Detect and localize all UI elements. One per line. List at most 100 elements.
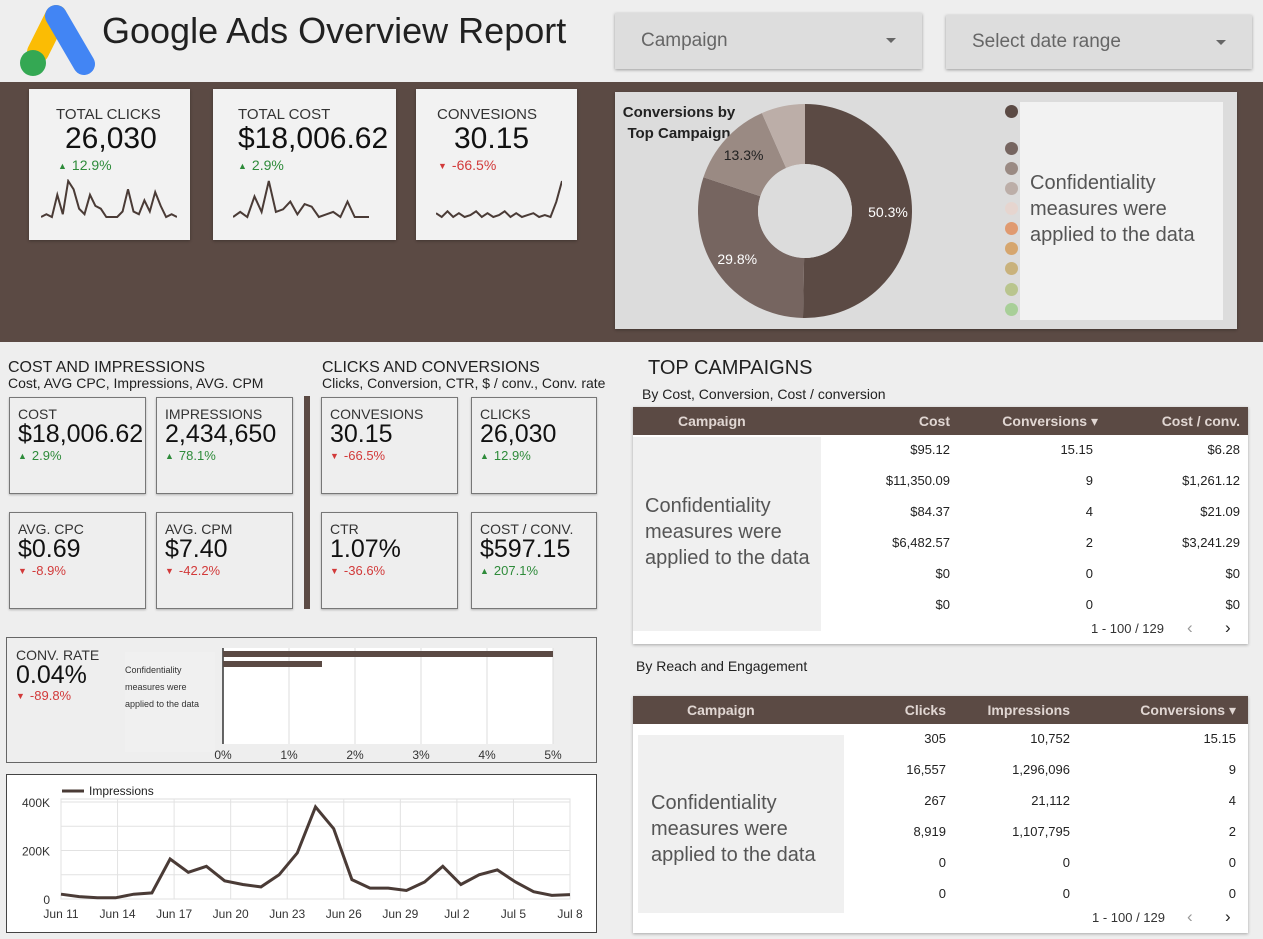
metric-value: $0.69	[18, 535, 81, 563]
campaign-dropdown[interactable]: Campaign	[615, 13, 922, 69]
bar[interactable]	[223, 661, 322, 667]
col-clicks[interactable]: Clicks	[905, 702, 946, 718]
metric-value: 1.07%	[330, 535, 401, 563]
donut-chart: 50.3% 29.8% 13.3%	[698, 104, 912, 318]
table-cell: $95.12	[910, 442, 950, 457]
metric-clicks: CLICKS 26,030 12.9%	[471, 397, 597, 494]
confidential-note: Confidentiality measures were applied to…	[638, 735, 844, 913]
legend-dot[interactable]	[1005, 303, 1018, 316]
metric-value: $18,006.62	[18, 420, 144, 448]
metric-cost-per-conv: COST / CONV. $597.15 207.1%	[471, 512, 597, 609]
metric-avg-cpm: AVG. CPM $7.40 -42.2%	[156, 512, 293, 609]
pagination-label: 1 - 100 / 129	[1091, 621, 1164, 636]
next-page-icon[interactable]: ›	[1225, 618, 1231, 638]
table-cell: $84.37	[910, 504, 950, 519]
metric-delta: 12.9%	[480, 448, 531, 463]
table-cell: 1,107,795	[1012, 824, 1070, 839]
table-cell: 2	[1228, 824, 1236, 839]
x-tick-label: Jun 20	[213, 907, 249, 921]
legend-dot[interactable]	[1005, 142, 1018, 155]
x-tick-label: 2%	[346, 748, 364, 762]
table-cell: 0	[1085, 566, 1093, 581]
confidential-note: Confidentiality measures were applied to…	[633, 437, 821, 631]
kpi-sparkline	[436, 180, 562, 219]
table-cell: 4	[1085, 504, 1093, 519]
y-tick-label: 0	[43, 893, 50, 907]
next-page-icon[interactable]: ›	[1225, 907, 1231, 927]
col-campaign[interactable]: Campaign	[687, 702, 755, 718]
table-cell: 0	[1228, 855, 1236, 870]
kpi-value: 30.15	[454, 122, 530, 155]
table-cell: 9	[1085, 473, 1093, 488]
metric-value: $7.40	[165, 535, 228, 563]
date-range-dropdown[interactable]: Select date range	[946, 15, 1252, 69]
table-cell: 1,296,096	[1012, 762, 1070, 777]
table-cell: 305	[924, 731, 946, 746]
table-cell: 4	[1228, 793, 1236, 808]
table-cell: $0	[1225, 597, 1240, 612]
legend-dot[interactable]	[1005, 222, 1018, 235]
prev-page-icon[interactable]: ‹	[1187, 618, 1193, 638]
campaign-dropdown-label: Campaign	[641, 30, 728, 51]
table-cell: $0	[935, 566, 950, 581]
table-cell: $11,350.09	[885, 473, 950, 488]
legend-dot[interactable]	[1005, 202, 1018, 215]
donut-panel: Conversions by Top Campaign 50.3% 29.8% 13…	[615, 92, 1237, 329]
metric-value: 2,434,650	[165, 420, 277, 448]
report-title: Google Ads Overview Report	[102, 10, 567, 51]
kpi-delta: 2.9%	[238, 157, 284, 173]
table-cell: $0	[935, 597, 950, 612]
metric-value: 30.15	[330, 420, 393, 448]
legend-label: Impressions	[89, 784, 154, 798]
table-cell: 21,112	[1031, 793, 1070, 808]
pagination-label: 1 - 100 / 129	[1092, 910, 1165, 925]
table-cell: $3,241.29	[1182, 535, 1240, 550]
table-cell: $6.28	[1207, 442, 1240, 457]
kpi-value: 26,030	[65, 122, 157, 155]
col-impressions[interactable]: Impressions	[988, 702, 1070, 718]
metric-delta: -8.9%	[18, 563, 66, 578]
table-cell: 0	[1085, 597, 1093, 612]
table-header: Campaign Cost Conversions ▾ Cost / conv.	[633, 407, 1248, 435]
table-cell: 0	[938, 855, 946, 870]
x-tick-label: 1%	[280, 748, 298, 762]
col-campaign[interactable]: Campaign	[678, 413, 746, 429]
donut-hole	[758, 164, 852, 258]
x-tick-label: Jun 14	[100, 907, 136, 921]
legend-dot[interactable]	[1005, 182, 1018, 195]
prev-page-icon[interactable]: ‹	[1187, 907, 1193, 927]
table-cell: 8,919	[913, 824, 946, 839]
kpi-card-total-cost: TOTAL COST $18,006.62 2.9%	[213, 89, 396, 240]
legend-dot[interactable]	[1005, 242, 1018, 255]
legend-dot[interactable]	[1005, 162, 1018, 175]
campaigns-reach-table: Campaign Clicks Impressions Conversions …	[633, 696, 1248, 933]
metric-delta: -42.2%	[165, 563, 220, 578]
x-tick-label: Jun 23	[269, 907, 305, 921]
donut-slice-label: 29.8%	[717, 251, 757, 267]
conv-rate-bar-chart: 0% 1% 2% 3% 4% 5%	[214, 648, 562, 762]
legend-dot[interactable]	[1005, 262, 1018, 275]
table-cell: $1,261.12	[1182, 473, 1240, 488]
metric-delta: -36.6%	[330, 563, 385, 578]
metric-value: $597.15	[480, 535, 571, 563]
col-cost-per-conv[interactable]: Cost / conv.	[1162, 413, 1240, 429]
col-conversions[interactable]: Conversions ▾	[1002, 413, 1098, 430]
impressions-chart-panel: 0 200K 400K Jun 11 Jun 14 Jun 17 Jun 20 Jun 23 J…	[6, 774, 597, 933]
legend-dot[interactable]	[1005, 105, 1018, 118]
kpi-value: $18,006.62	[238, 122, 389, 155]
table-cell: 10,752	[1030, 731, 1070, 746]
x-tick-label: Jun 11	[43, 907, 78, 921]
table-cell: $0	[1225, 566, 1240, 581]
sparkline-path	[233, 180, 369, 219]
x-tick-label: 5%	[544, 748, 562, 762]
col-cost[interactable]: Cost	[919, 413, 950, 429]
metric-impressions: IMPRESSIONS 2,434,650 78.1%	[156, 397, 293, 494]
metric-conversions: CONVESIONS 30.15 -66.5%	[321, 397, 458, 494]
bar[interactable]	[223, 651, 553, 657]
table-cell: 9	[1228, 762, 1236, 777]
legend-dot[interactable]	[1005, 283, 1018, 296]
campaigns-cost-table: Campaign Cost Conversions ▾ Cost / conv.…	[633, 407, 1248, 644]
col-conversions[interactable]: Conversions ▾	[1140, 702, 1236, 719]
donut-slice-label: 50.3%	[868, 204, 908, 220]
kpi-label: CONVESIONS	[437, 106, 538, 123]
